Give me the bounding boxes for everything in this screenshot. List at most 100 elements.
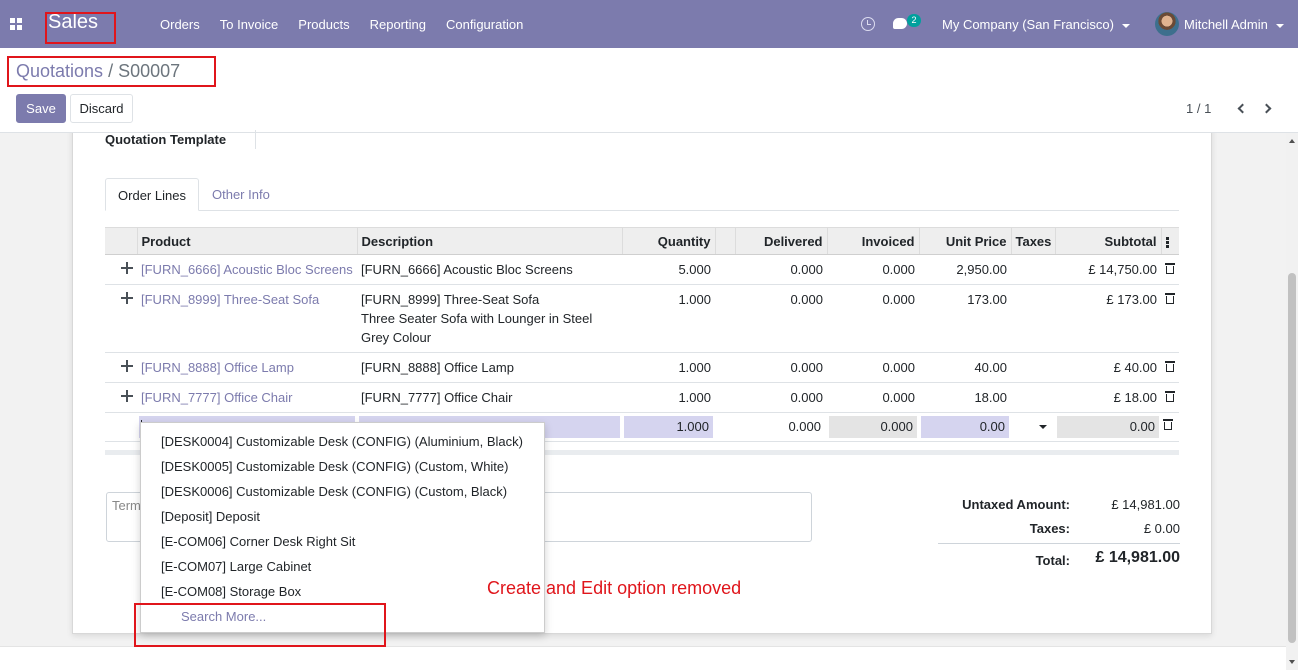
messaging-chat-icon[interactable] [893, 18, 907, 29]
row-subtotal: £ 14,750.00 [1055, 254, 1161, 285]
header-unit-price[interactable]: Unit Price [918, 227, 1011, 255]
save-button[interactable]: Save [16, 94, 66, 123]
optional-columns-toggle[interactable] [1160, 227, 1179, 255]
row-unit-price[interactable]: 18.00 [919, 382, 1011, 413]
row-invoiced: 0.000 [827, 382, 919, 413]
quantity-input[interactable]: 1.000 [624, 416, 713, 438]
row-delivered[interactable]: 0.000 [735, 284, 827, 353]
row-description[interactable]: [FURN_7777] Office Chair [357, 382, 622, 413]
vertical-scrollbar[interactable] [1286, 133, 1298, 670]
total-row: Total: £ 14,981.00 [938, 549, 1180, 573]
tab-other-info[interactable]: Other Info [212, 187, 270, 202]
row-description-line: Three Seater Sofa with Lounger in Steel [361, 311, 593, 326]
drag-handle-icon[interactable] [121, 262, 133, 274]
dropdown-item[interactable]: [Deposit] Deposit [161, 509, 260, 524]
scroll-up-icon[interactable] [1289, 139, 1295, 143]
table-row[interactable]: [FURN_6666] Acoustic Bloc Screens [FURN_… [105, 254, 1179, 285]
pager-value[interactable]: 1 / 1 [1186, 101, 1211, 116]
unit-price-input[interactable]: 0.00 [921, 416, 1009, 438]
taxes-label: Taxes: [1029, 521, 1070, 536]
header-description[interactable]: Description [356, 227, 622, 255]
row-quantity[interactable]: 5.000 [622, 254, 715, 285]
menu-reporting[interactable]: Reporting [370, 17, 426, 32]
row-product[interactable]: [FURN_7777] Office Chair [137, 382, 357, 413]
annotation-box-app-title [45, 12, 116, 44]
company-switcher[interactable]: My Company (San Francisco) [942, 17, 1130, 32]
menu-to-invoice[interactable]: To Invoice [220, 17, 279, 32]
row-unit-price[interactable]: 2,950.00 [919, 254, 1011, 285]
row-taxes[interactable] [1011, 284, 1055, 353]
dropdown-item[interactable]: [DESK0005] Customizable Desk (CONFIG) (C… [161, 459, 508, 474]
subtotal-readonly: 0.00 [1057, 416, 1159, 438]
header-quantity[interactable]: Quantity [621, 227, 715, 255]
taxes-select[interactable] [1013, 416, 1053, 438]
dropdown-item[interactable]: [DESK0004] Customizable Desk (CONFIG) (A… [161, 434, 523, 449]
tab-order-lines[interactable]: Order Lines [105, 178, 199, 211]
row-product[interactable]: [FURN_8888] Office Lamp [137, 352, 357, 383]
top-navbar: Sales Orders To Invoice Products Reporti… [0, 0, 1298, 48]
trash-icon[interactable] [1165, 361, 1175, 372]
dropdown-item[interactable]: [E-COM06] Corner Desk Right Sit [161, 534, 355, 549]
row-quantity[interactable]: 1.000 [622, 352, 715, 383]
row-quantity[interactable]: 1.000 [622, 382, 715, 413]
row-unit-price[interactable]: 173.00 [919, 284, 1011, 353]
scroll-thumb[interactable] [1288, 273, 1296, 643]
header-product[interactable]: Product [136, 227, 357, 255]
trash-icon[interactable] [1165, 391, 1175, 402]
scroll-down-icon[interactable] [1289, 660, 1295, 664]
row-taxes[interactable] [1011, 352, 1055, 383]
header-invoiced[interactable]: Invoiced [826, 227, 919, 255]
row-description[interactable]: [FURN_8888] Office Lamp [357, 352, 622, 383]
annotation-box-breadcrumb [7, 56, 216, 87]
field-divider [255, 130, 256, 149]
row-subtotal: £ 40.00 [1055, 352, 1161, 383]
row-description[interactable]: [FURN_6666] Acoustic Bloc Screens [357, 254, 622, 285]
tabs-divider [105, 210, 1179, 211]
activity-clock-icon[interactable] [861, 17, 875, 31]
pager-previous-icon[interactable] [1233, 101, 1249, 117]
dropdown-item[interactable]: [E-COM07] Large Cabinet [161, 559, 311, 574]
row-product[interactable]: [FURN_6666] Acoustic Bloc Screens [137, 254, 357, 285]
table-row[interactable]: [FURN_8999] Three-Seat Sofa [FURN_8999] … [105, 284, 1179, 353]
row-product[interactable]: [FURN_8999] Three-Seat Sofa [137, 284, 357, 353]
kebab-menu-icon[interactable] [1165, 240, 1169, 244]
discard-button[interactable]: Discard [70, 94, 133, 123]
row-subtotal: £ 173.00 [1055, 284, 1161, 353]
row-unit-price[interactable]: 40.00 [919, 352, 1011, 383]
header-taxes[interactable]: Taxes [1010, 227, 1055, 255]
chevron-down-icon[interactable] [1039, 425, 1047, 429]
header-subtotal[interactable]: Subtotal [1054, 227, 1161, 255]
row-taxes[interactable] [1011, 254, 1055, 285]
trash-icon[interactable] [1165, 263, 1175, 274]
total-label: Total: [1035, 553, 1070, 568]
row-taxes[interactable] [1011, 382, 1055, 413]
quotation-template-label: Quotation Template [105, 132, 227, 147]
header-delivered[interactable]: Delivered [734, 227, 827, 255]
table-row[interactable]: [FURN_8888] Office Lamp [FURN_8888] Offi… [105, 352, 1179, 383]
row-description[interactable]: [FURN_8999] Three-Seat Sofa Three Seater… [357, 284, 622, 353]
user-menu[interactable]: Mitchell Admin [1184, 17, 1284, 32]
drag-handle-icon[interactable] [121, 360, 133, 372]
drag-handle-icon[interactable] [121, 292, 133, 304]
pager-next-icon[interactable] [1261, 101, 1277, 117]
avatar[interactable] [1155, 12, 1179, 36]
row-description-line: [FURN_8999] Three-Seat Sofa [361, 292, 540, 307]
menu-orders[interactable]: Orders [160, 17, 200, 32]
dropdown-item[interactable]: [E-COM08] Storage Box [161, 584, 301, 599]
untaxed-value: £ 14,981.00 [1111, 497, 1180, 512]
row-delivered[interactable]: 0.000 [735, 352, 827, 383]
row-quantity[interactable]: 1.000 [622, 284, 715, 353]
row-delivered[interactable]: 0.000 [735, 254, 827, 285]
trash-icon[interactable] [1163, 419, 1173, 430]
row-delivered[interactable]: 0.000 [735, 382, 827, 413]
trash-icon[interactable] [1165, 293, 1175, 304]
table-row[interactable]: [FURN_7777] Office Chair [FURN_7777] Off… [105, 382, 1179, 413]
menu-products[interactable]: Products [298, 17, 349, 32]
company-name: My Company (San Francisco) [942, 17, 1114, 32]
menu-configuration[interactable]: Configuration [446, 17, 523, 32]
apps-menu-icon[interactable] [10, 18, 22, 30]
dropdown-item[interactable]: [DESK0006] Customizable Desk (CONFIG) (C… [161, 484, 507, 499]
header-handle [105, 227, 137, 255]
delivered-input[interactable]: 0.000 [737, 416, 825, 438]
drag-handle-icon[interactable] [121, 390, 133, 402]
